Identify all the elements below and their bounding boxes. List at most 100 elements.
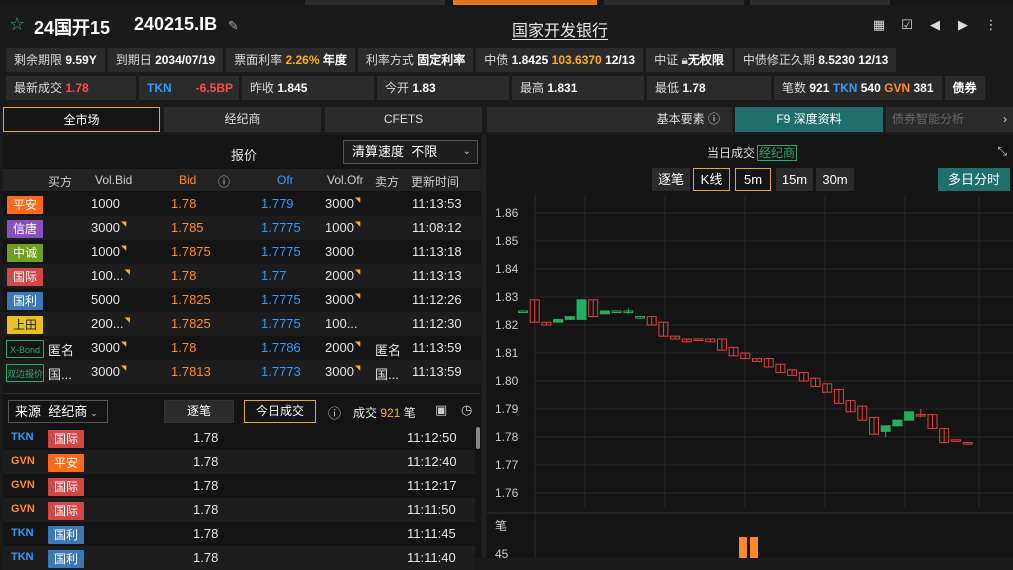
quote-row[interactable]: 双边报价 国... 3000◥ 1.7813 1.7773 3000◥ 国... 11:13:…: [3, 360, 481, 384]
y-tick-label: 1.86: [495, 206, 519, 220]
candle[interactable]: [564, 316, 575, 320]
trade-time: 11:12:40: [407, 454, 457, 469]
candle[interactable]: [950, 439, 961, 442]
quote-row[interactable]: 上田 200...◥ 1.7825 1.7775 100... 11:12:30: [3, 312, 481, 336]
candle[interactable]: [518, 310, 528, 313]
settle-speed-select[interactable]: 清算速度 不限 ⌄: [343, 140, 478, 164]
ofr-flag-icon: ◥: [354, 221, 361, 228]
candle[interactable]: [576, 299, 587, 320]
save-icon[interactable]: ▣: [435, 402, 447, 418]
candle[interactable]: [693, 338, 704, 341]
trade-count: 笔数 921 TKN 540 GVN 381: [774, 76, 942, 100]
candle[interactable]: [880, 425, 891, 432]
col-seller: 卖方: [375, 175, 400, 189]
bond-name: 24国开15: [34, 18, 111, 38]
bid-price: 1.78: [171, 268, 197, 283]
trade-row[interactable]: TKN 国利 1.78 11:11:40: [3, 546, 475, 570]
candle[interactable]: [892, 419, 903, 427]
ofr-price: 1.7775: [261, 316, 301, 331]
quote-row[interactable]: 国利 5000 1.7825 1.7775 3000◥ 11:12:26: [3, 288, 481, 312]
tab-f9[interactable]: F9 深度资料: [735, 107, 883, 132]
quote-header: 报价 清算速度 不限 ⌄: [3, 135, 481, 167]
candle[interactable]: [611, 310, 622, 313]
tick-button[interactable]: 逐笔: [164, 400, 234, 423]
col-vol-ofr[interactable]: Vol.Ofr: [327, 173, 364, 187]
broker-badge: 双边报价: [6, 364, 44, 382]
today-trades-button[interactable]: 今日成交: [244, 400, 316, 423]
bid-price: 1.7875: [171, 244, 211, 259]
tick-chart-button[interactable]: 逐笔: [652, 168, 690, 191]
broker-badge: 国际: [48, 430, 84, 448]
checkbox-icon[interactable]: ☑: [893, 17, 921, 33]
interval-15m-button[interactable]: 15m: [776, 168, 813, 191]
interval-30m-button[interactable]: 30m: [816, 168, 854, 191]
update-time: 11:08:12: [412, 220, 462, 235]
bid-price: 1.78: [171, 196, 197, 211]
ofr-price: 1.7775: [261, 244, 301, 259]
clock-icon[interactable]: ◷: [461, 402, 472, 418]
tab-broker[interactable]: 经纪商: [164, 107, 321, 132]
candle[interactable]: [553, 318, 564, 323]
more-icon[interactable]: ⋮: [977, 17, 1005, 33]
tab-smart-analysis[interactable]: 债券智能分析 ›: [886, 107, 1013, 132]
trade-row[interactable]: TKN 国利 1.78 11:11:45: [3, 522, 475, 546]
vol-bid: 1000: [91, 196, 120, 211]
col-bid[interactable]: Bid: [179, 173, 196, 187]
star-icon[interactable]: ☆: [9, 14, 25, 34]
trades-scrollbar[interactable]: [476, 427, 480, 449]
quote-row[interactable]: 平安 1000 1.78 1.779 3000◥ 11:13:53: [3, 192, 481, 216]
bond-tail: 债券: [944, 76, 985, 100]
kline-chart[interactable]: 1.86 1.85 1.84 1.83 1.82 1.81 1.80 1.79 1.78 1.77…: [487, 195, 1013, 558]
candle[interactable]: [599, 310, 610, 315]
chevron-down-icon: ⌄: [462, 146, 471, 157]
arrow-right-icon[interactable]: ▶: [949, 17, 977, 33]
vol-ofr: 2000◥: [325, 268, 361, 283]
candle[interactable]: [962, 442, 973, 445]
tab-cfets[interactable]: CFETS: [325, 107, 482, 132]
arrow-left-icon[interactable]: ◀: [921, 17, 949, 33]
quote-row[interactable]: 信唐 3000◥ 1.785 1.7775 1000◥ 11:08:12: [3, 216, 481, 240]
panel-divider[interactable]: [482, 135, 486, 558]
volume-bar[interactable]: [750, 537, 758, 558]
vol-ofr: 3000◥: [325, 364, 361, 379]
bid-flag-icon: ◥: [124, 317, 130, 324]
candle[interactable]: [904, 411, 915, 421]
broker-badge: X-Bond: [6, 340, 44, 358]
collapse-icon[interactable]: ⤡: [997, 144, 1007, 159]
chevron-right-icon[interactable]: ›: [1003, 107, 1007, 132]
ofr-flag-icon: ◥: [354, 197, 361, 204]
trade-row[interactable]: TKN 国际 1.78 11:12:50: [3, 426, 475, 450]
tab-all-market[interactable]: 全市场: [3, 107, 160, 132]
interval-5m-button[interactable]: 5m: [735, 168, 771, 191]
volume-bar[interactable]: [739, 537, 747, 558]
col-vol-bid[interactable]: Vol.Bid: [95, 173, 132, 187]
col-ofr[interactable]: Ofr: [277, 173, 294, 187]
kline-button[interactable]: K线: [693, 168, 730, 191]
vol-ofr: 3000◥: [325, 196, 361, 211]
issuer-link[interactable]: 国家开发银行: [512, 17, 608, 41]
quote-title: 报价: [231, 148, 258, 163]
trade-row[interactable]: GVN 国际 1.78 11:11:50: [3, 498, 475, 522]
candle[interactable]: [635, 316, 645, 319]
quote-row[interactable]: 中诚 1000◥ 1.7875 1.7775 3000 11:13:18: [3, 240, 481, 264]
col-update-time[interactable]: 更新时间: [411, 173, 459, 190]
quote-panel: 报价 清算速度 不限 ⌄ 买方 Vol.Bid Bid ⓘ Ofr Vol.Ofr…: [3, 135, 481, 570]
trade-source: TKN: [11, 527, 34, 539]
trade-row[interactable]: GVN 国际 1.78 11:12:17: [3, 474, 475, 498]
maturity-date: 到期日 2034/07/19: [107, 48, 224, 72]
tab-basic-info[interactable]: 基本要素 ⓘ: [487, 107, 732, 132]
source-select[interactable]: 来源 经纪商 ⌄: [8, 400, 108, 423]
trade-row[interactable]: GVN 平安 1.78 11:12:40: [3, 450, 475, 474]
info-icon[interactable]: ⓘ: [328, 403, 341, 422]
broker-badge: 国利: [48, 526, 84, 544]
bid-price: 1.785: [171, 220, 204, 235]
ofr-price: 1.7773: [261, 364, 301, 379]
info-icon[interactable]: ⓘ: [218, 173, 230, 190]
quote-row[interactable]: X-Bond 匿名 3000◥ 1.78 1.7786 2000◥ 匿名 11:13:59: [3, 336, 481, 360]
multi-day-button[interactable]: 多日分时: [938, 168, 1010, 191]
broker-link[interactable]: 经纪商: [757, 145, 798, 161]
quote-row[interactable]: 国际 100...◥ 1.78 1.77 2000◥ 11:13:13: [3, 264, 481, 288]
calculator-icon[interactable]: ▦: [865, 17, 893, 33]
edit-icon[interactable]: ✎: [228, 18, 239, 34]
coupon-rate: 票面利率 2.26% 年度: [226, 48, 355, 72]
